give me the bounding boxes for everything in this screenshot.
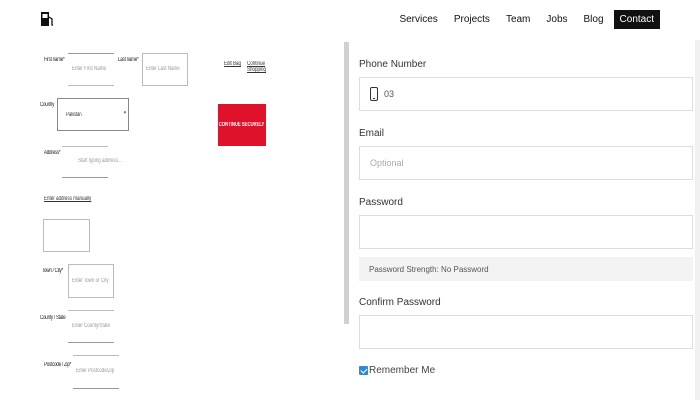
main-nav: Services Projects Team Jobs Blog Contact xyxy=(389,10,660,29)
enter-address-manually-link[interactable]: Enter address manually xyxy=(44,196,91,202)
town-city-placeholder: Enter Town or City xyxy=(72,278,109,284)
nav-projects[interactable]: Projects xyxy=(448,10,496,29)
first-name-label: First name* xyxy=(44,57,65,63)
email-label: Email xyxy=(359,128,385,139)
continue-shopping-link[interactable]: Continue Shopping xyxy=(247,61,268,73)
address-label: Address* xyxy=(44,150,61,156)
phone-number-value: 03 xyxy=(384,89,395,99)
edit-bag-link[interactable]: Edit Bag xyxy=(224,61,241,67)
county-state-label: County / State xyxy=(40,315,66,321)
fuel-pump-icon[interactable] xyxy=(40,11,54,27)
phone-number-input[interactable]: 03 xyxy=(359,77,693,111)
nav-team[interactable]: Team xyxy=(500,10,536,29)
country-label: Country xyxy=(40,102,55,108)
continue-securely-label: CONTINUE SECURELY xyxy=(219,122,265,128)
manual-address-box[interactable] xyxy=(43,219,90,252)
postcode-label: Postcode / Zip* xyxy=(44,362,72,368)
town-city-label: Town / City* xyxy=(42,268,64,274)
country-value: Pakistan xyxy=(66,112,82,118)
last-name-placeholder: Enter Last Name xyxy=(146,66,180,72)
password-label: Password xyxy=(359,197,403,208)
password-strength-indicator: Password Strength: No Password xyxy=(359,257,693,281)
continue-securely-button[interactable]: CONTINUE SECURELY xyxy=(218,104,266,146)
mobile-phone-icon xyxy=(370,87,378,101)
password-strength-text: Password Strength: No Password xyxy=(369,264,489,274)
confirm-password-label: Confirm Password xyxy=(359,297,441,308)
password-input[interactable] xyxy=(359,215,693,249)
county-state-placeholder: Enter County/State xyxy=(72,323,111,329)
last-name-label: Last name* xyxy=(118,57,139,63)
address-placeholder: Start typing address... xyxy=(78,158,122,164)
remember-me-label: Remember Me xyxy=(369,365,436,376)
top-nav-bar: Services Projects Team Jobs Blog Contact xyxy=(0,0,700,40)
phone-number-label: Phone Number xyxy=(359,59,427,70)
panel-scrollbar[interactable] xyxy=(344,42,349,324)
postcode-placeholder: Enter Postcode/Zip xyxy=(76,368,115,374)
email-placeholder: Optional xyxy=(370,158,404,168)
confirm-password-input[interactable] xyxy=(359,315,693,349)
remember-me-option[interactable]: Remember Me xyxy=(359,365,435,376)
nav-jobs[interactable]: Jobs xyxy=(540,10,573,29)
page-scrollbar[interactable] xyxy=(695,40,700,400)
nav-contact[interactable]: Contact xyxy=(613,10,660,29)
email-input[interactable]: Optional xyxy=(359,146,693,180)
nav-blog[interactable]: Blog xyxy=(578,10,610,29)
first-name-placeholder: Enter First Name xyxy=(72,66,107,72)
nav-services[interactable]: Services xyxy=(393,10,443,29)
chevron-down-icon: ▾ xyxy=(124,110,126,116)
remember-me-checkbox[interactable] xyxy=(359,366,368,375)
